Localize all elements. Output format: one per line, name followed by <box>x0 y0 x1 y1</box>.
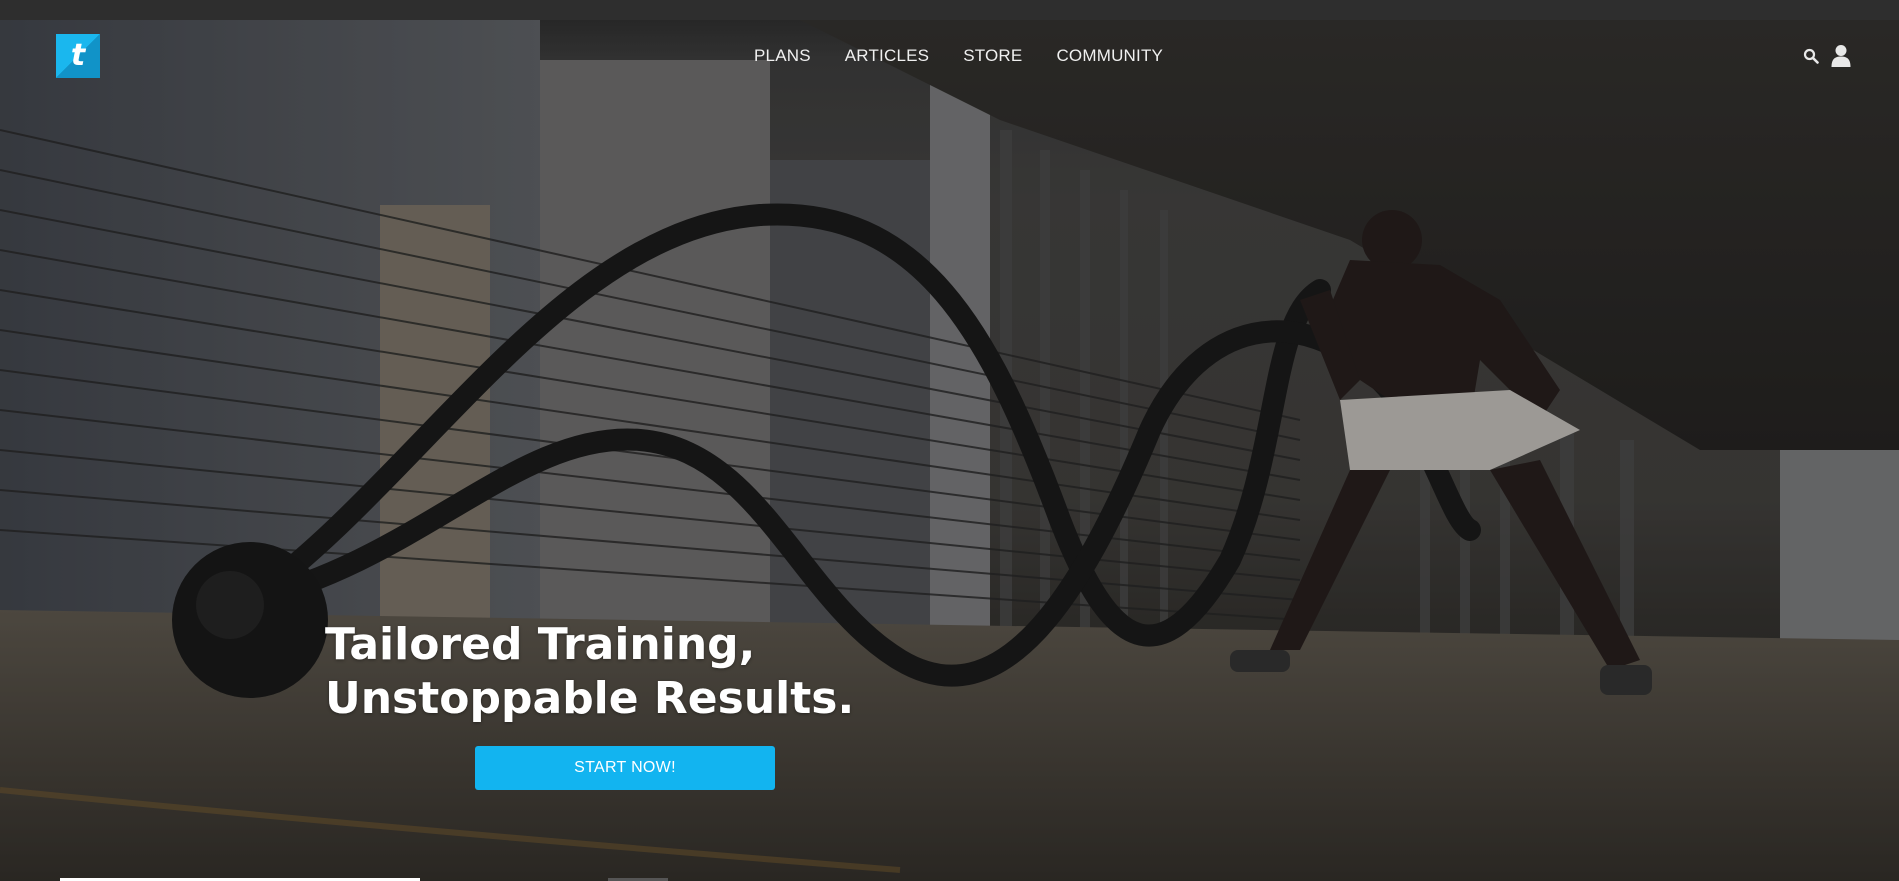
nav-item-store[interactable]: STORE <box>963 46 1022 66</box>
start-now-button[interactable]: START NOW! <box>475 746 775 790</box>
user-icon[interactable] <box>1831 44 1851 73</box>
hero-headline-line2: Unstoppable Results. <box>325 673 855 724</box>
nav-item-articles[interactable]: ARTICLES <box>845 46 929 66</box>
brand-logo[interactable]: t <box>56 34 100 78</box>
top-bar-shade <box>0 0 1899 20</box>
hero-photo-illustration <box>0 0 1899 881</box>
main-nav: PLANS ARTICLES STORE COMMUNITY <box>754 46 1163 66</box>
hero-headline: Tailored Training, Unstoppable Results. <box>325 618 854 726</box>
page: t PLANS ARTICLES STORE COMMUNITY Tailore… <box>0 0 1899 881</box>
hero-headline-line1: Tailored Training, <box>325 619 756 670</box>
logo-letter: t <box>70 38 86 73</box>
nav-item-plans[interactable]: PLANS <box>754 46 811 66</box>
search-icon[interactable] <box>1803 48 1819 69</box>
header-icons <box>1803 44 1851 73</box>
hero-background-image <box>0 0 1899 881</box>
nav-item-community[interactable]: COMMUNITY <box>1056 46 1163 66</box>
